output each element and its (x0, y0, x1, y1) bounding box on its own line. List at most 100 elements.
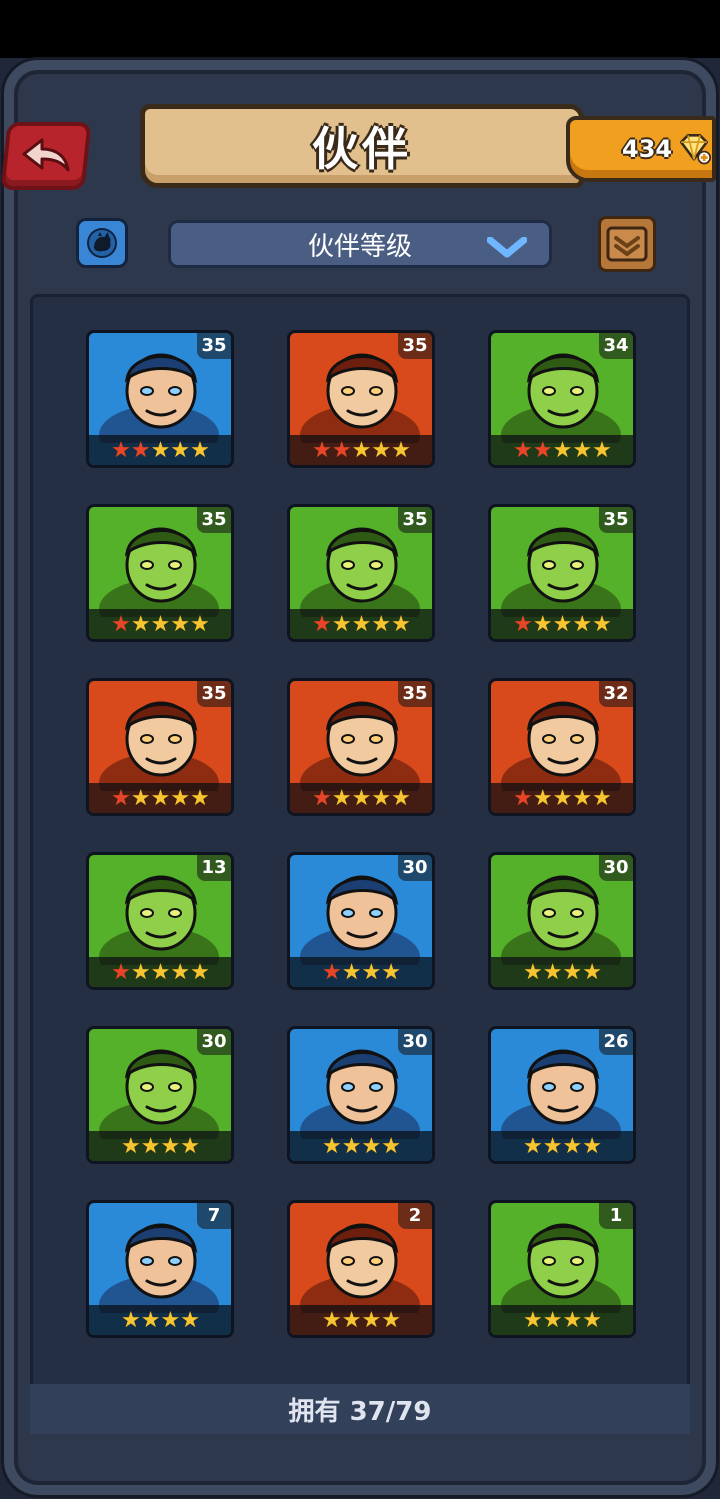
back-button[interactable] (0, 122, 92, 190)
partner-card[interactable]: 30 ★ ★ ★ ★ (287, 852, 435, 990)
partner-level: 35 (197, 681, 231, 707)
partner-level: 34 (599, 333, 633, 359)
star-rating: ★ ★ ★ ★ ★ (89, 435, 231, 465)
scroll-menu-button[interactable] (598, 216, 656, 272)
star-icon: ★ (552, 611, 573, 637)
star-icon: ★ (391, 611, 411, 637)
partner-card[interactable]: 35 ★ ★ ★ ★ ★ (86, 678, 234, 816)
star-rating: ★ ★ ★ ★ ★ (89, 609, 231, 639)
star-icon: ★ (180, 1133, 200, 1159)
star-icon: ★ (130, 959, 151, 985)
star-rating: ★ ★ ★ ★ ★ (290, 609, 432, 639)
star-icon: ★ (592, 437, 612, 463)
beast-filter-icon (87, 228, 117, 258)
partner-card[interactable]: 32 ★ ★ ★ ★ ★ (488, 678, 636, 816)
partner-card[interactable]: 1 ★ ★ ★ ★ (488, 1200, 636, 1338)
star-icon: ★ (150, 959, 171, 985)
star-icon: ★ (111, 611, 131, 637)
star-icon: ★ (361, 1307, 382, 1333)
star-icon: ★ (312, 437, 332, 463)
partner-level: 30 (197, 1029, 231, 1055)
partner-card[interactable]: 35 ★ ★ ★ ★ ★ (488, 504, 636, 642)
scroll-icon (606, 226, 648, 262)
filter-button[interactable] (76, 218, 128, 268)
star-icon: ★ (130, 785, 151, 811)
partner-card[interactable]: 35 ★ ★ ★ ★ ★ (86, 330, 234, 468)
star-icon: ★ (381, 959, 401, 985)
partner-level: 30 (398, 1029, 432, 1055)
star-icon: ★ (562, 959, 583, 985)
star-icon: ★ (371, 611, 391, 637)
partner-card[interactable]: 2 ★ ★ ★ ★ (287, 1200, 435, 1338)
star-icon: ★ (592, 785, 612, 811)
star-icon: ★ (351, 611, 372, 637)
partner-card[interactable]: 30 ★ ★ ★ ★ (287, 1026, 435, 1164)
title-banner: 伙伴 (140, 104, 584, 188)
star-rating: ★ ★ ★ ★ (89, 1305, 231, 1335)
star-icon: ★ (111, 959, 131, 985)
sort-dropdown[interactable]: 伙伴等级 (168, 220, 552, 268)
star-rating: ★ ★ ★ ★ (290, 1305, 432, 1335)
star-icon: ★ (381, 1133, 401, 1159)
partner-card[interactable]: 30 ★ ★ ★ ★ (86, 1026, 234, 1164)
partner-level: 35 (398, 507, 432, 533)
star-icon: ★ (312, 785, 332, 811)
star-icon: ★ (331, 785, 352, 811)
star-icon: ★ (572, 611, 592, 637)
star-rating: ★ ★ ★ ★ (491, 957, 633, 987)
back-arrow-icon (22, 138, 70, 172)
star-icon: ★ (513, 785, 533, 811)
star-icon: ★ (180, 1307, 200, 1333)
star-rating: ★ ★ ★ ★ (290, 957, 432, 987)
partner-card[interactable]: 35 ★ ★ ★ ★ ★ (86, 504, 234, 642)
star-rating: ★ ★ ★ ★ ★ (89, 957, 231, 987)
star-icon: ★ (150, 785, 171, 811)
partner-level: 7 (197, 1203, 231, 1229)
star-icon: ★ (542, 1133, 563, 1159)
star-icon: ★ (130, 437, 151, 463)
gem-count: 434 (622, 135, 673, 163)
star-icon: ★ (361, 959, 382, 985)
star-icon: ★ (331, 437, 352, 463)
star-icon: ★ (150, 437, 171, 463)
star-icon: ★ (582, 1133, 602, 1159)
star-icon: ★ (341, 1133, 362, 1159)
star-icon: ★ (331, 611, 352, 637)
star-icon: ★ (351, 785, 372, 811)
star-icon: ★ (190, 611, 210, 637)
star-icon: ★ (391, 785, 411, 811)
star-icon: ★ (572, 437, 592, 463)
partner-card[interactable]: 35 ★ ★ ★ ★ ★ (287, 678, 435, 816)
partner-level: 30 (599, 855, 633, 881)
star-rating: ★ ★ ★ ★ (290, 1131, 432, 1161)
star-icon: ★ (532, 611, 553, 637)
star-icon: ★ (552, 437, 573, 463)
star-icon: ★ (572, 785, 592, 811)
partner-grid-panel: 35 ★ ★ ★ ★ ★ 35 ★ ★ ★ ★ ★ 34 ★ ★ ★ ★ ★ 35 ★ ★ ★ ★ ★ 35 ★ ★ ★ ★ ★ 35 ★ ★ ★… (30, 294, 690, 1434)
star-icon: ★ (562, 1133, 583, 1159)
partner-card[interactable]: 35 ★ ★ ★ ★ ★ (287, 330, 435, 468)
partner-card[interactable]: 30 ★ ★ ★ ★ (488, 852, 636, 990)
star-icon: ★ (190, 437, 210, 463)
partner-level: 35 (197, 507, 231, 533)
page-title: 伙伴 (312, 122, 412, 176)
star-icon: ★ (513, 437, 533, 463)
star-icon: ★ (381, 1307, 401, 1333)
star-rating: ★ ★ ★ ★ ★ (491, 435, 633, 465)
gem-counter[interactable]: 434 (566, 116, 716, 182)
star-icon: ★ (170, 437, 190, 463)
star-rating: ★ ★ ★ ★ (491, 1131, 633, 1161)
partner-card[interactable]: 13 ★ ★ ★ ★ ★ (86, 852, 234, 990)
star-icon: ★ (140, 1133, 161, 1159)
partner-card[interactable]: 35 ★ ★ ★ ★ ★ (287, 504, 435, 642)
star-icon: ★ (582, 959, 602, 985)
partner-card[interactable]: 26 ★ ★ ★ ★ (488, 1026, 636, 1164)
partner-card[interactable]: 7 ★ ★ ★ ★ (86, 1200, 234, 1338)
star-icon: ★ (322, 959, 342, 985)
partner-card[interactable]: 34 ★ ★ ★ ★ ★ (488, 330, 636, 468)
star-icon: ★ (170, 959, 190, 985)
star-icon: ★ (542, 959, 563, 985)
star-icon: ★ (523, 959, 543, 985)
star-icon: ★ (371, 785, 391, 811)
star-icon: ★ (341, 959, 362, 985)
